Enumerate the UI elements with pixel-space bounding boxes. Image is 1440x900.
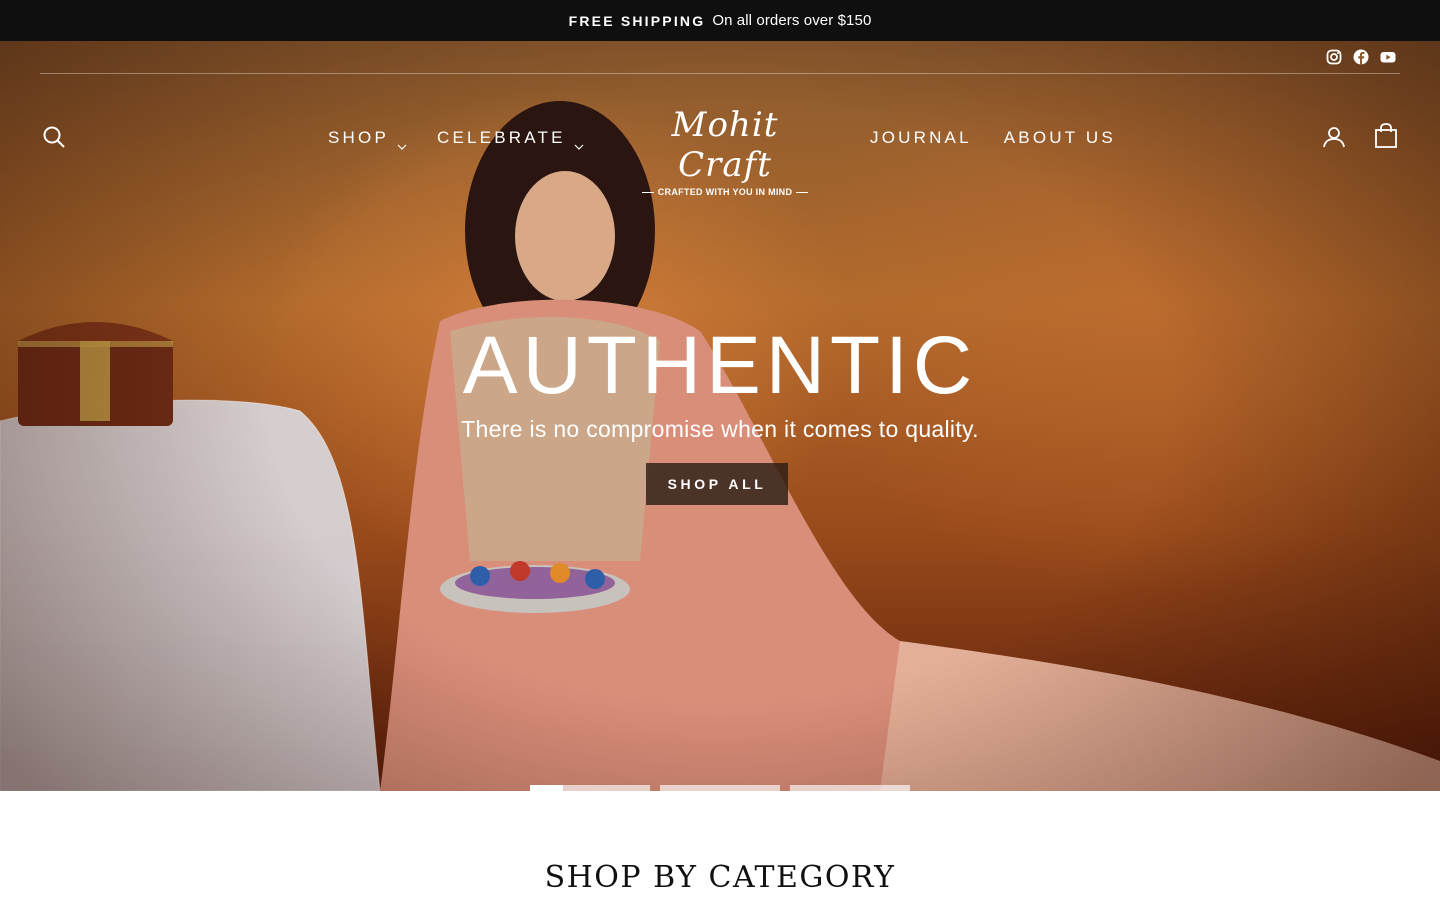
logo-tagline-row: CRAFTED WITH YOU IN MIND — [630, 187, 820, 197]
logo-tagline: CRAFTED WITH YOU IN MIND — [657, 187, 793, 197]
nav-shop-label: SHOP — [328, 128, 389, 147]
chevron-down-icon — [397, 135, 407, 150]
nav-about[interactable]: ABOUT US — [1004, 128, 1116, 148]
nav-about-label: ABOUT US — [1003, 128, 1116, 147]
nav-journal[interactable]: JOURNAL — [870, 128, 972, 148]
shop-all-button[interactable]: SHOP ALL — [646, 463, 788, 505]
slide-dot-1[interactable] — [530, 785, 650, 791]
nav-celebrate-label: CELEBRATE — [436, 128, 566, 147]
search-icon[interactable] — [42, 125, 66, 149]
shop-by-category-heading: SHOP BY CATEGORY — [544, 860, 896, 895]
instagram-icon[interactable] — [1326, 49, 1342, 65]
chevron-down-icon — [574, 135, 584, 150]
nav-celebrate[interactable]: CELEBRATE — [436, 128, 584, 150]
facebook-icon[interactable] — [1353, 49, 1369, 65]
account-icon[interactable] — [1322, 125, 1346, 149]
announcement-text: On all orders over $150 — [712, 12, 872, 29]
logo-name: Mohit Craft — [671, 105, 779, 185]
nav-shop[interactable]: SHOP — [328, 128, 407, 150]
slide-dot-3[interactable] — [790, 785, 910, 791]
primary-nav-left: SHOP CELEBRATE — [328, 124, 584, 152]
site-logo[interactable]: Mohit Craft CRAFTED WITH YOU IN MIND — [630, 105, 820, 197]
header-divider — [40, 73, 1400, 74]
announcement-bar: FREE SHIPPING On all orders over $150 — [0, 0, 1440, 41]
announcement-strong: FREE SHIPPING — [568, 12, 706, 29]
bag-icon[interactable] — [1374, 123, 1398, 149]
hero-slideshow: SHOP CELEBRATE Mohit Craft CRAFTED WITH … — [0, 41, 1440, 791]
social-links — [1326, 49, 1396, 65]
primary-nav-right: JOURNAL ABOUT US — [870, 124, 1116, 152]
youtube-icon[interactable] — [1380, 49, 1396, 65]
slideshow-pagination — [530, 785, 910, 791]
slide-dot-2[interactable] — [660, 785, 780, 791]
nav-journal-label: JOURNAL — [870, 128, 972, 147]
hero-headline: AUTHENTIC — [462, 320, 978, 411]
hero-subheadline: There is no compromise when it comes to … — [461, 416, 979, 442]
